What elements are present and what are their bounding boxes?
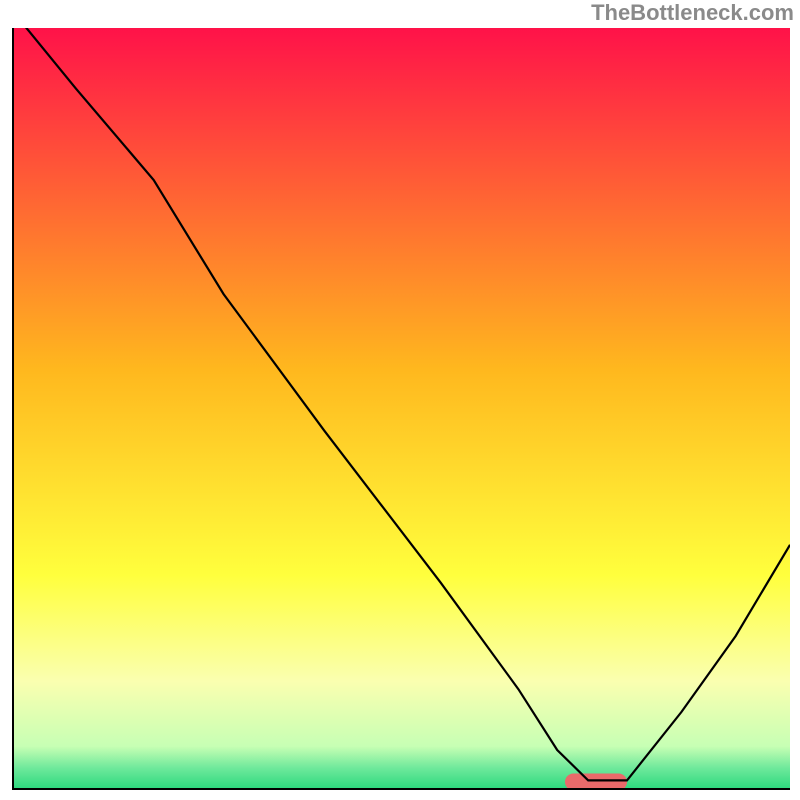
- chart-svg: [14, 28, 790, 788]
- chart-root: TheBottleneck.com: [0, 0, 800, 800]
- plot-area: [12, 28, 790, 790]
- attribution-text: TheBottleneck.com: [591, 0, 794, 26]
